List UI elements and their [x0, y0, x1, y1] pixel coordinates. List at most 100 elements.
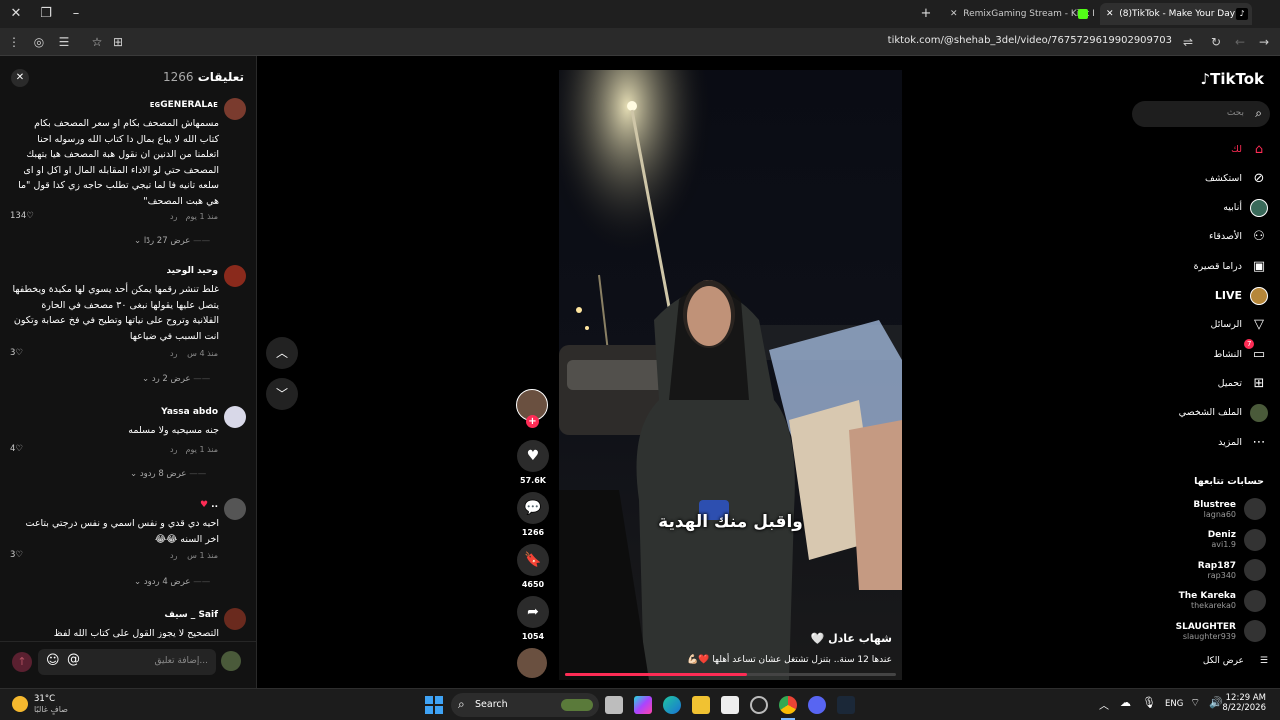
windows-start-icon[interactable]: [425, 696, 443, 714]
steam-icon[interactable]: [837, 696, 855, 714]
new-tab-button[interactable]: +: [918, 6, 934, 22]
steam-like-icon[interactable]: [750, 696, 768, 714]
comment-reply-button[interactable]: رد: [170, 349, 177, 358]
discord-icon[interactable]: [808, 696, 826, 714]
sidebar-item-9[interactable]: الملف الشخصي: [1179, 402, 1268, 424]
tab-close-icon[interactable]: ✕: [950, 9, 958, 19]
post-arrow-icon[interactable]: ↑: [12, 652, 32, 672]
following-account[interactable]: SLAUGHTER slaughter939: [1176, 618, 1266, 644]
tray-chevron-icon[interactable]: ︿: [1099, 697, 1109, 712]
avatar[interactable]: [224, 406, 246, 428]
menu-dots-icon[interactable]: ⋮: [6, 34, 22, 50]
previous-video-button[interactable]: ︿: [266, 337, 298, 369]
video-progress-bar[interactable]: [565, 673, 896, 676]
video-author[interactable]: شهاب عادل 🤍: [811, 632, 892, 645]
sidebar-item-1[interactable]: استكشف ⊘: [1205, 167, 1268, 189]
site-settings-icon[interactable]: ⇌: [1180, 34, 1196, 50]
minimize-window-icon[interactable]: –: [68, 6, 84, 22]
list-icon: ☰: [1259, 656, 1268, 666]
follow-plus-icon[interactable]: +: [526, 415, 539, 428]
sidebar-item-3[interactable]: الأصدقاء ⚇: [1209, 226, 1268, 248]
following-account[interactable]: Blustree lagna60: [1193, 496, 1266, 522]
avatar[interactable]: [224, 608, 246, 630]
wifi-icon[interactable]: ⌔: [1190, 696, 1200, 710]
sidebar-item-7[interactable]: النشاط ▭ 7: [1213, 339, 1268, 365]
comment-author[interactable]: سيف _ Saif: [164, 610, 218, 620]
sidebar-item-5[interactable]: LIVE: [1215, 285, 1268, 307]
tab-close-icon[interactable]: ✕: [1106, 9, 1114, 19]
tiktok-logo[interactable]: ♪TikTok: [1201, 70, 1264, 88]
language-indicator[interactable]: ENG: [1165, 699, 1183, 709]
sound-disc-icon[interactable]: [517, 648, 547, 678]
following-names: Blustree lagna60: [1193, 500, 1236, 519]
restore-window-icon[interactable]: ❐: [38, 6, 54, 22]
file-explorer-icon[interactable]: [692, 696, 710, 714]
clock[interactable]: 12:29 AM 8/22/2026: [1222, 693, 1266, 713]
my-avatar[interactable]: [221, 651, 241, 671]
tab-tiktok[interactable]: ✕ (8)TikTok - Make Your Day ♪: [1100, 3, 1252, 25]
save-button[interactable]: 🔖: [517, 544, 549, 576]
volume-icon[interactable]: 🔊: [1209, 696, 1223, 709]
comment-like-button[interactable]: 3♡: [10, 348, 23, 358]
avatar[interactable]: [224, 498, 246, 520]
comment-button[interactable]: 💬: [517, 492, 549, 524]
edge-icon[interactable]: [663, 696, 681, 714]
sidebar-item-10[interactable]: المزيد ⋯: [1218, 431, 1268, 453]
comment-like-button[interactable]: 3♡: [10, 550, 23, 560]
comment-author[interactable]: Yassa abdo: [161, 407, 218, 417]
comment-like-button[interactable]: 4♡: [10, 444, 23, 454]
share-button[interactable]: ➦: [517, 596, 549, 628]
following-name: Rap187: [1197, 560, 1236, 571]
like-button[interactable]: ♥: [517, 440, 549, 472]
view-replies-button[interactable]: ⌄ عرض 27 ردًا ——: [134, 236, 210, 246]
avatar[interactable]: [224, 98, 246, 120]
sidebar-item-0[interactable]: لك ⌂: [1231, 138, 1268, 160]
sidebar-item-2[interactable]: أنابيه: [1223, 197, 1268, 219]
comment-author[interactable]: ♥ ..: [200, 500, 218, 510]
comment-author[interactable]: ᴇɢGENERALᴀᴇ: [150, 100, 218, 110]
taskbar-search[interactable]: ⌕ Search: [451, 693, 599, 717]
chevron-down-icon: ⌄: [134, 236, 142, 246]
sidebar-item-4[interactable]: دراما قصيرة ▣: [1194, 255, 1268, 277]
mention-icon[interactable]: @: [67, 652, 80, 667]
sidebar-item-6[interactable]: الرسائل ▽: [1211, 314, 1268, 336]
mic-icon[interactable]: 🎙: [1142, 696, 1156, 709]
forward-icon[interactable]: →: [1256, 34, 1272, 50]
back-icon[interactable]: ←: [1232, 34, 1248, 50]
search-input[interactable]: ⌕ بحث: [1132, 101, 1270, 127]
see-all-button[interactable]: عرض الكل ☰: [1203, 656, 1268, 666]
following-account[interactable]: Rap187 rap340: [1198, 557, 1266, 583]
store-icon[interactable]: [721, 696, 739, 714]
comment-like-button[interactable]: 134♡: [10, 211, 34, 221]
tab-remixgaming[interactable]: ✕ RemixGaming Stream - Kick De: [944, 3, 1094, 25]
following-account[interactable]: The Kareka thekareka0: [1179, 588, 1266, 614]
comment-author[interactable]: وحيد الوحيد: [166, 266, 218, 276]
comment-reply-button[interactable]: رد: [170, 551, 177, 560]
close-comments-button[interactable]: ✕: [11, 69, 29, 87]
next-video-button[interactable]: ﹀: [266, 378, 298, 410]
chrome-icon[interactable]: [779, 696, 797, 714]
view-replies-button[interactable]: ⌄ عرض 2 رد ——: [142, 374, 210, 384]
weather-temp[interactable]: 31°C: [34, 694, 55, 704]
close-window-icon[interactable]: ✕: [8, 6, 24, 22]
url-field[interactable]: tiktok.com/@shehab_3del/video/7675729619…: [888, 35, 1172, 46]
reload-icon[interactable]: ↻: [1208, 34, 1224, 50]
reading-list-icon[interactable]: ☰: [56, 34, 72, 50]
comment-input[interactable]: ☺ @ إضافة تعليق...: [38, 649, 216, 675]
cloud-icon[interactable]: ☁: [1120, 696, 1131, 709]
following-account[interactable]: Deniz avi1.9: [1208, 527, 1266, 553]
bookmark-star-icon[interactable]: ☆: [89, 34, 105, 50]
view-replies-button[interactable]: ⌄ عرض 4 ردود ——: [134, 577, 210, 587]
comment-reply-button[interactable]: رد: [170, 445, 177, 454]
translate-icon[interactable]: ⊞: [110, 34, 126, 50]
avatar[interactable]: [224, 265, 246, 287]
emoji-icon[interactable]: ☺: [46, 653, 60, 668]
account-icon[interactable]: ◎: [31, 34, 47, 50]
weather-sun-icon[interactable]: [12, 696, 28, 712]
view-replies-button[interactable]: ⌄ عرض 8 ردود ——: [130, 469, 206, 479]
video-player[interactable]: واقبل منك الهدية شهاب عادل 🤍 عندها 12 سن…: [559, 70, 902, 680]
sidebar-item-8[interactable]: تحميل ⊞: [1218, 372, 1268, 394]
comment-reply-button[interactable]: رد: [170, 212, 177, 221]
copilot-icon[interactable]: [634, 696, 652, 714]
task-view-icon[interactable]: [605, 696, 623, 714]
